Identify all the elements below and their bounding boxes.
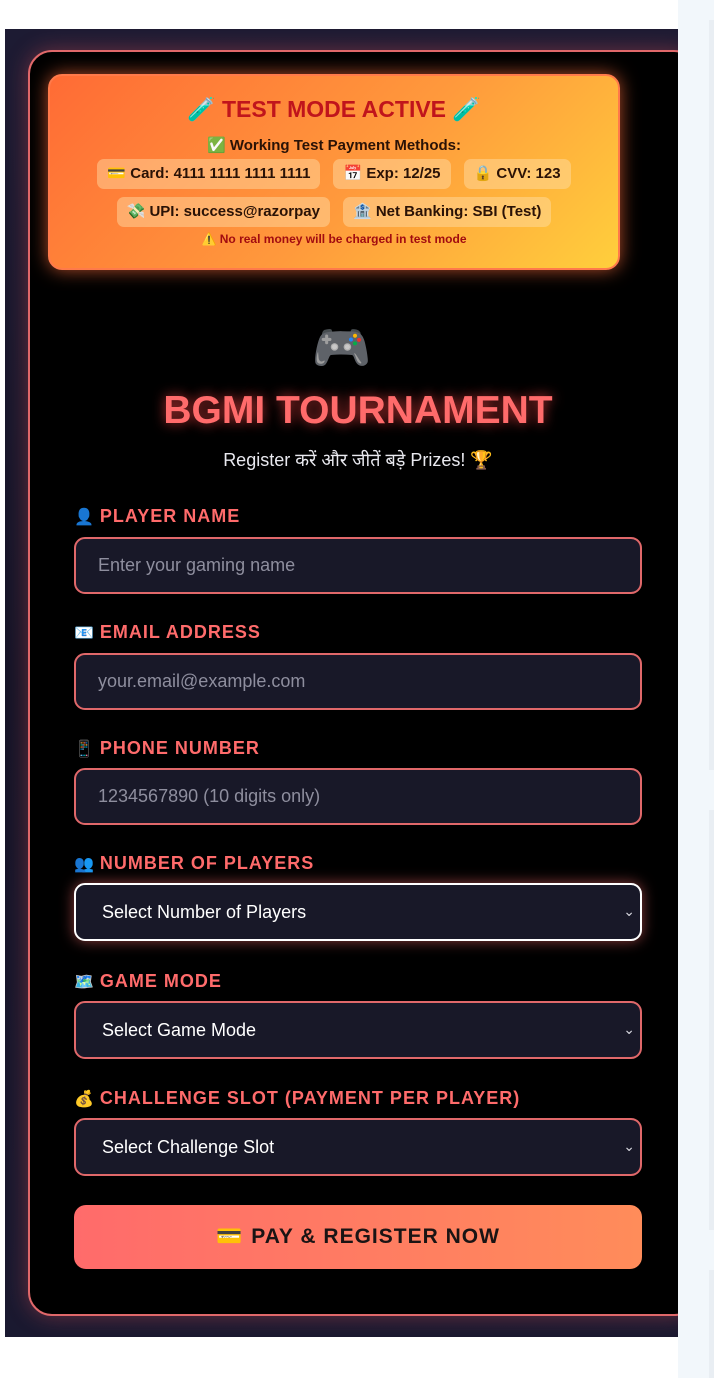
game-mode-label-text: Game Mode (99, 971, 222, 991)
challenge-slot-select[interactable]: Select Challenge Slot ⌄ (74, 1118, 642, 1176)
credit-card-icon: 💳 (216, 1225, 244, 1248)
pay-register-label: Pay & Register Now (251, 1225, 500, 1248)
challenge-slot-label-text: Challenge Slot (Payment per Player) (99, 1088, 521, 1108)
test-netbanking-chip: 🏦 Net Banking: SBI (Test) (342, 197, 552, 227)
banner-title: 🧪 TEST MODE ACTIVE 🧪 (186, 96, 482, 122)
email-icon: 📧 (74, 624, 94, 642)
player-name-label: 👤 Player Name (74, 506, 240, 527)
challenge-slot-label: 💰 Challenge Slot (Payment per Player) (74, 1088, 520, 1109)
phone-label: 📱 Phone Number (74, 738, 260, 759)
email-input[interactable] (74, 653, 642, 710)
game-mode-select[interactable]: Select Game Mode ⌄ (74, 1001, 642, 1059)
strip-edge (709, 20, 714, 770)
map-icon: 🗺️ (74, 973, 94, 991)
player-name-input[interactable] (74, 537, 642, 594)
test-cvv-chip: 🔒 CVV: 123 (463, 159, 571, 189)
strip-edge (709, 1270, 714, 1378)
user-icon: 👤 (74, 508, 94, 526)
banner-warning: ⚠️ No real money will be charged in test… (201, 232, 467, 246)
game-controller-icon: 🎮 (311, 322, 372, 375)
email-label: 📧 Email Address (74, 622, 261, 643)
payment-chips-row: 💳 Card: 4111 1111 1111 1111 📅 Exp: 12/25… (50, 159, 618, 189)
payment-chips-row: 💸 UPI: success@razorpay 🏦 Net Banking: S… (50, 197, 618, 227)
strip-edge (709, 810, 714, 1230)
players-label: 👥 Number of Players (74, 853, 314, 874)
player-name-label-text: Player Name (99, 506, 241, 526)
test-expiry-chip: 📅 Exp: 12/25 (333, 159, 451, 189)
page-title: BGMI TOURNAMENT (163, 389, 553, 432)
test-upi-chip: 💸 UPI: success@razorpay (116, 197, 330, 227)
test-card-chip: 💳 Card: 4111 1111 1111 1111 (97, 159, 321, 189)
phone-icon: 📱 (74, 740, 94, 758)
banner-subtitle: ✅ Working Test Payment Methods: (207, 137, 461, 154)
pay-register-button[interactable]: 💳 Pay & Register Now (74, 1205, 642, 1269)
game-mode-label: 🗺️ Game Mode (74, 971, 222, 992)
challenge-slot-select-value: Select Challenge Slot (102, 1136, 275, 1157)
chevron-down-icon: ⌄ (623, 1021, 635, 1038)
phone-input[interactable] (74, 768, 642, 825)
money-bag-icon: 💰 (74, 1090, 94, 1108)
game-mode-select-value: Select Game Mode (102, 1019, 257, 1040)
page-subtitle: Register करें और जीतें बड़े Prizes! 🏆 (223, 450, 493, 470)
email-label-text: Email Address (99, 622, 261, 642)
scrollbar-strip (678, 0, 714, 1378)
users-icon: 👥 (74, 855, 94, 873)
players-select[interactable]: Select Number of Players ⌄ (74, 883, 642, 941)
page-background: 🧪 TEST MODE ACTIVE 🧪 ✅ Working Test Paym… (5, 29, 678, 1337)
chevron-down-icon: ⌄ (623, 1138, 635, 1155)
chevron-down-icon: ⌄ (623, 903, 635, 920)
phone-label-text: Phone Number (99, 738, 260, 758)
players-label-text: Number of Players (99, 853, 315, 873)
test-mode-banner: 🧪 TEST MODE ACTIVE 🧪 ✅ Working Test Paym… (48, 74, 620, 270)
players-select-value: Select Number of Players (102, 901, 307, 922)
